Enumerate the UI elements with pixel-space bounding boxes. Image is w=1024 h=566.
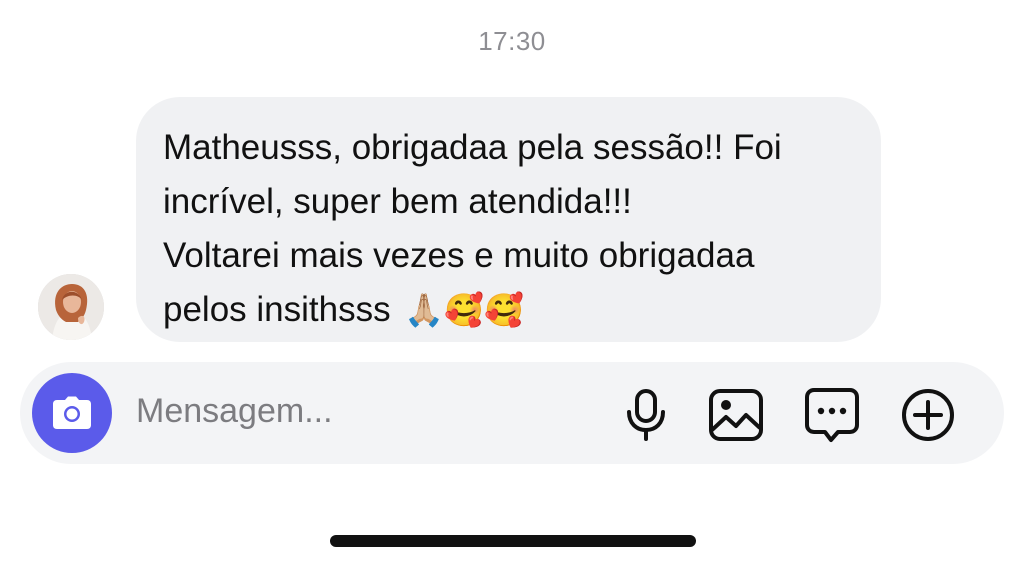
- message-line-4-text: pelos insithsss: [163, 290, 391, 329]
- message-emojis: 🙏🏼🥰🥰: [404, 292, 524, 328]
- avatar-photo: [38, 274, 104, 340]
- message-line-3: Voltarei mais vezes e muito obrigadaa: [163, 236, 755, 275]
- plus-circle-icon: [902, 389, 954, 441]
- more-button[interactable]: [900, 387, 956, 443]
- image-icon: [709, 389, 763, 441]
- message-input[interactable]: Mensagem...: [136, 392, 333, 431]
- sticker-chat-icon: [805, 388, 859, 442]
- message-line-2: incrível, super bem atendida!!!: [163, 182, 632, 221]
- message-timestamp: 17:30: [478, 26, 546, 56]
- message-line-4: pelos insithsss 🙏🏼🥰🥰: [163, 283, 851, 337]
- sticker-button[interactable]: [804, 387, 860, 443]
- message-composer: Mensagem...: [20, 362, 1004, 464]
- gallery-button[interactable]: [708, 387, 764, 443]
- camera-button[interactable]: [32, 373, 112, 453]
- microphone-button[interactable]: [618, 387, 674, 443]
- microphone-icon: [627, 389, 665, 441]
- camera-icon: [53, 396, 91, 429]
- sender-avatar[interactable]: [38, 274, 104, 340]
- home-indicator[interactable]: [330, 535, 696, 547]
- message-line-1: Matheusss, obrigadaa pela sessão!! Foi: [163, 128, 782, 167]
- message-bubble[interactable]: Matheusss, obrigadaa pela sessão!! Foi i…: [136, 97, 881, 342]
